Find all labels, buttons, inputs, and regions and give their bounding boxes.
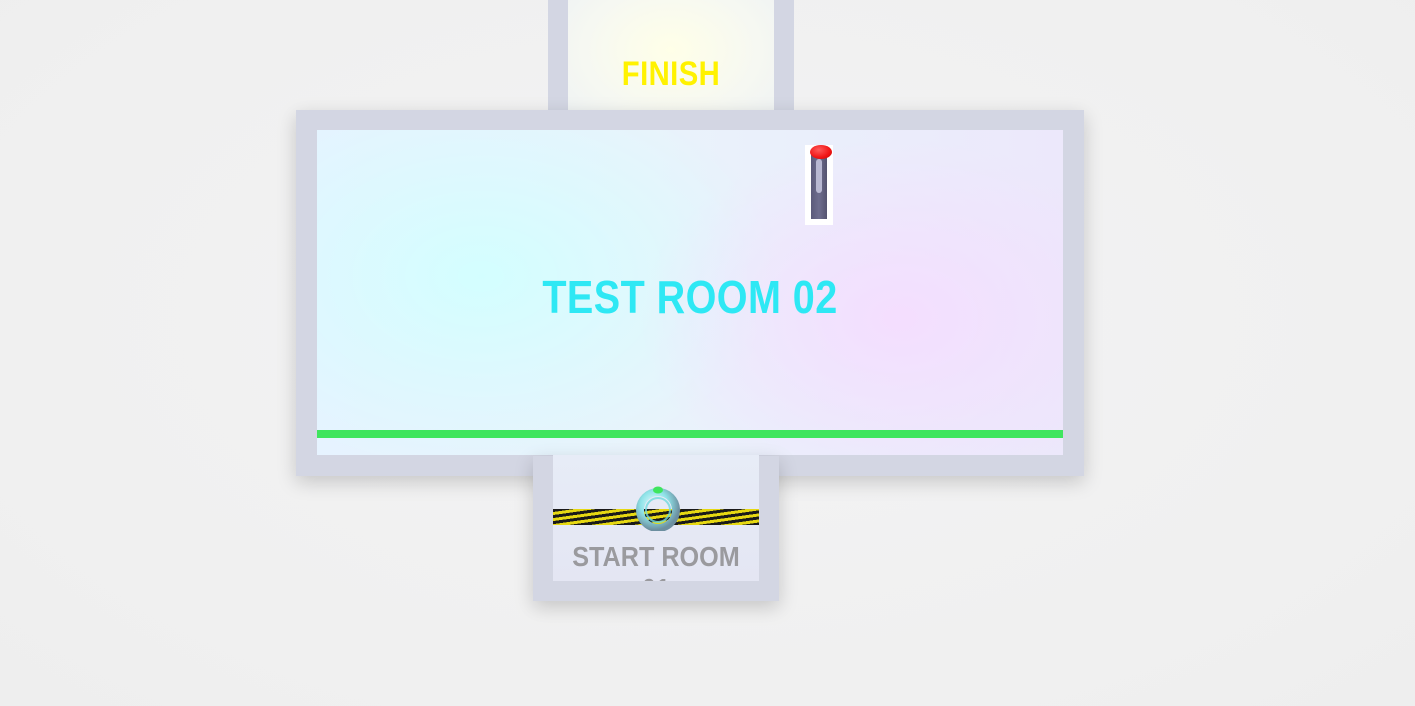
room-boundary-line	[317, 430, 1063, 438]
test-room-floor: TEST ROOM 02	[317, 130, 1063, 455]
start-room-label: START ROOM 01	[572, 541, 740, 581]
start-room-floor: START ROOM 01	[553, 455, 759, 581]
room-title: TEST ROOM 02	[542, 271, 838, 323]
lever-base	[811, 153, 827, 219]
ring-player-icon[interactable]	[635, 485, 681, 532]
finish-corridor: FINISH	[568, 0, 774, 125]
lever-switch[interactable]	[805, 145, 833, 225]
game-scene: FINISH TEST ROOM 02 START ROOM 01	[0, 0, 1415, 706]
lever-knob-icon[interactable]	[810, 145, 832, 159]
lever-slot	[816, 159, 822, 193]
finish-label: FINISH	[621, 55, 721, 93]
player-ring-inner	[645, 497, 671, 523]
player-ring-svg	[636, 486, 680, 532]
player-marker-icon	[653, 486, 663, 494]
